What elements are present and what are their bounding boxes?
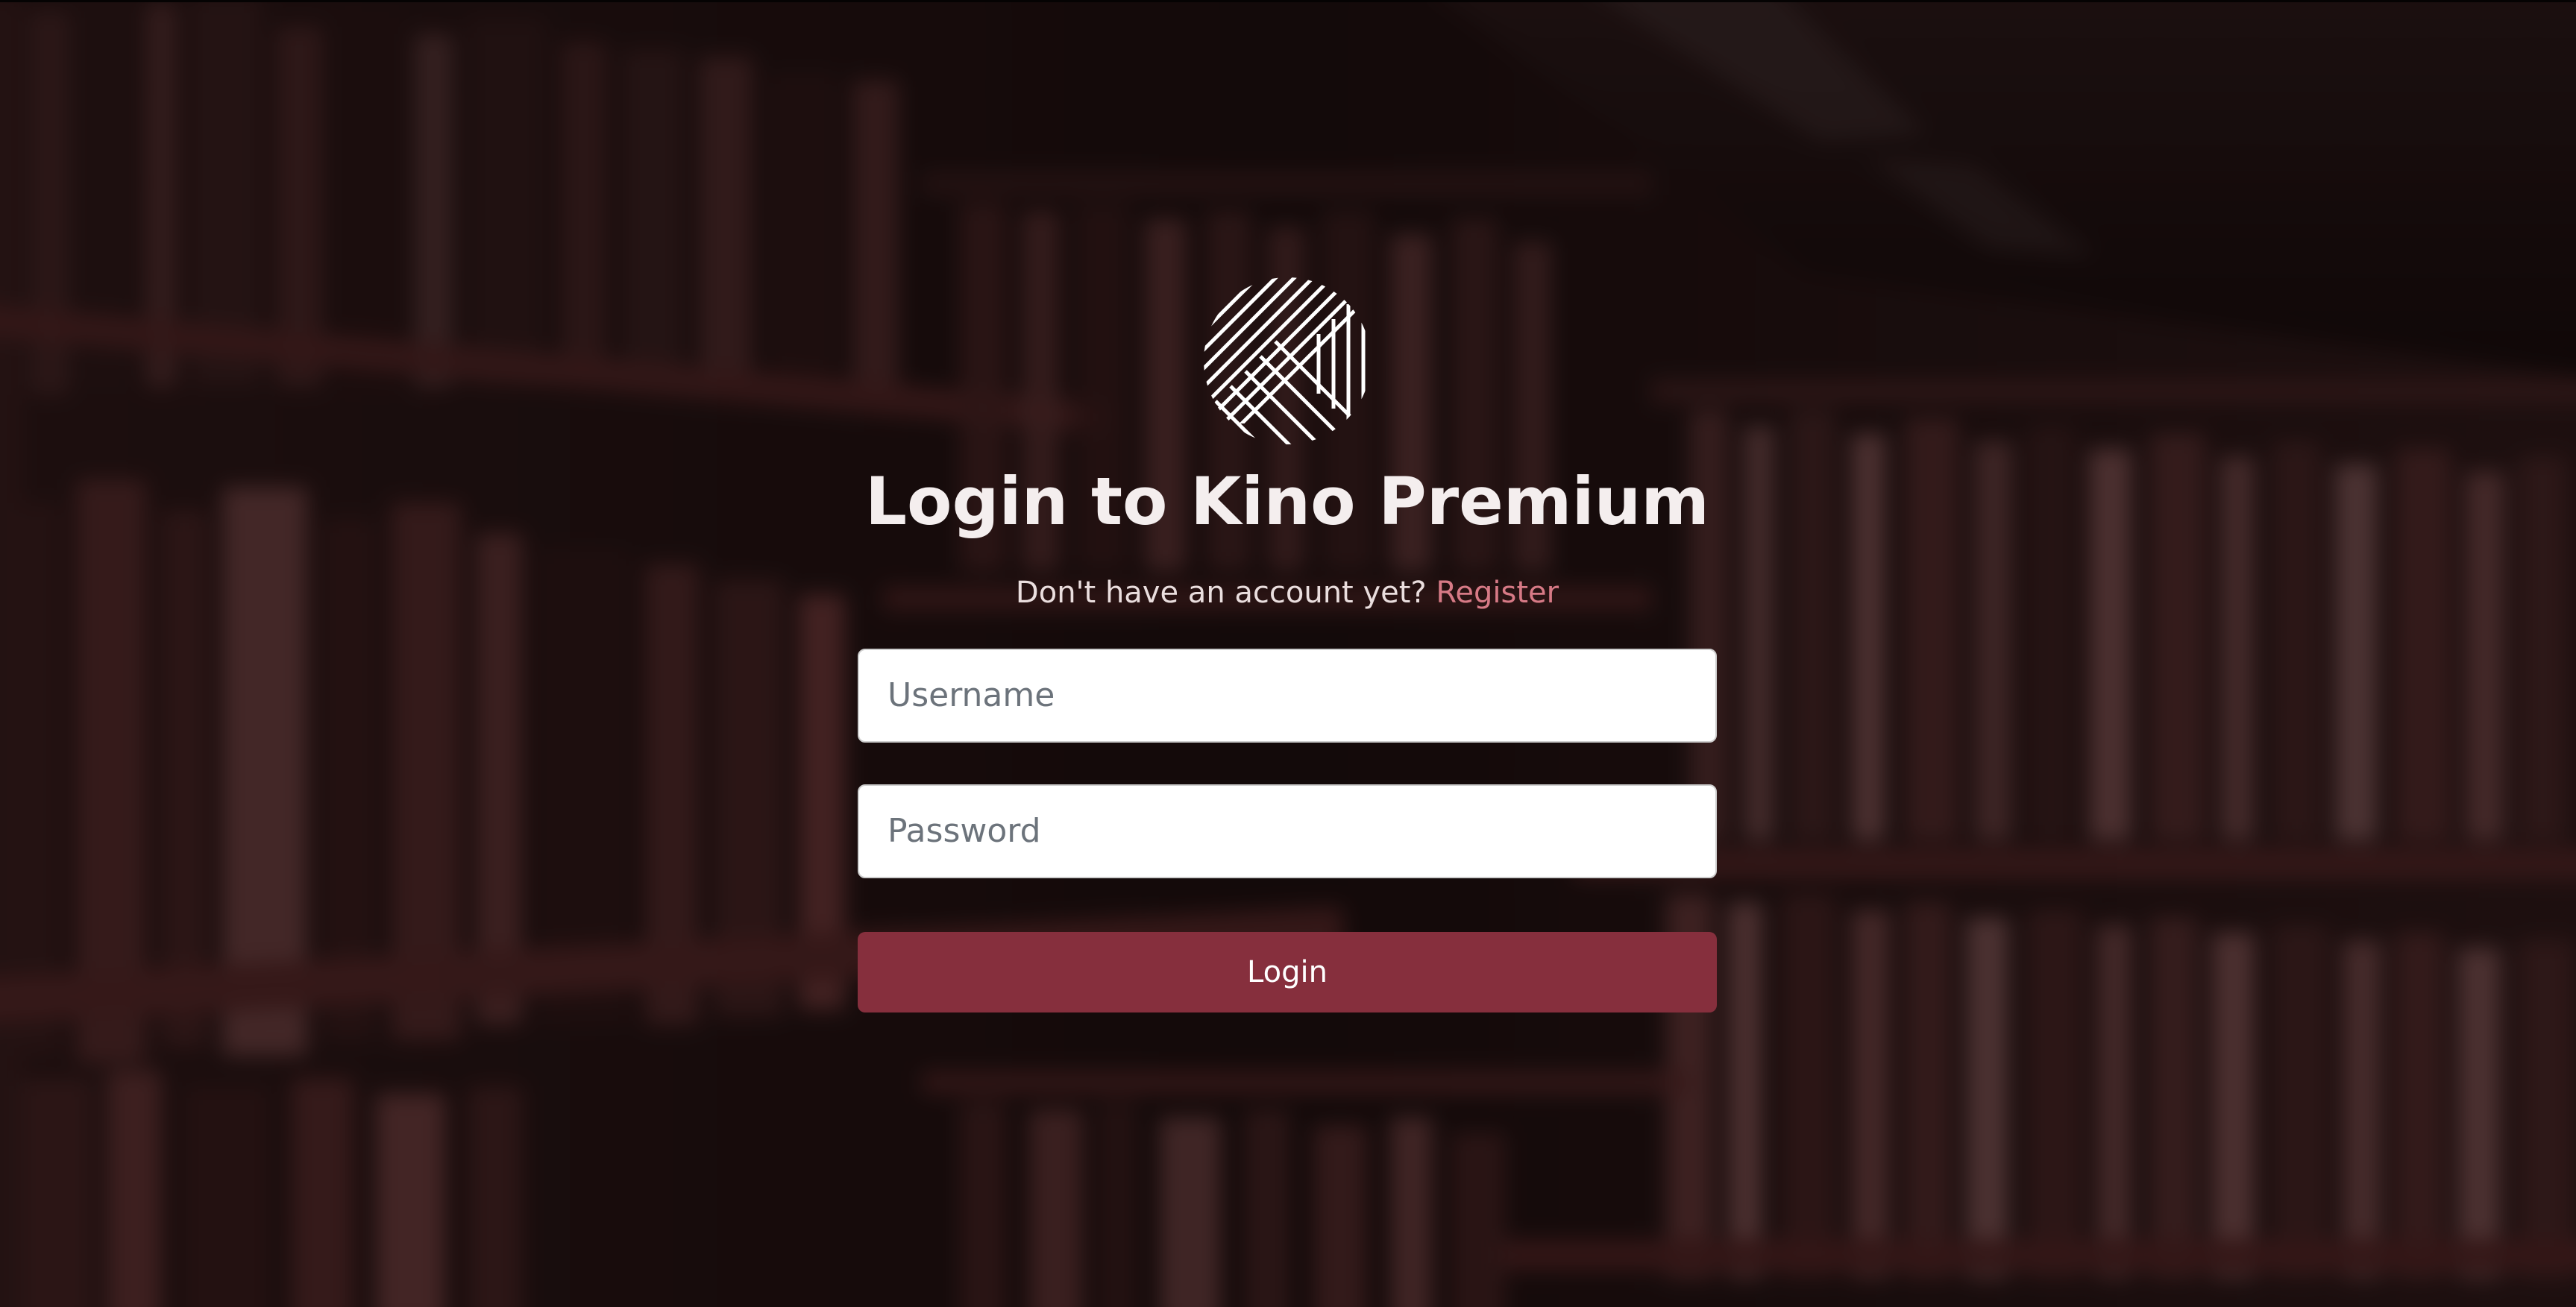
page-title: Login to Kino Premium bbox=[864, 463, 1709, 540]
username-field[interactable] bbox=[858, 648, 1717, 743]
top-edge bbox=[0, 0, 2576, 2]
password-field[interactable] bbox=[858, 784, 1717, 878]
signup-prompt: Don't have an account yet? Register bbox=[1016, 576, 1559, 610]
kino-logo-striped-circle-icon bbox=[1204, 277, 1371, 444]
login-panel: Login to Kino Premium Don't have an acco… bbox=[858, 274, 1717, 1012]
login-page: Login to Kino Premium Don't have an acco… bbox=[0, 0, 2576, 1307]
register-link[interactable]: Register bbox=[1436, 576, 1559, 610]
login-button[interactable]: Login bbox=[858, 931, 1717, 1012]
signup-prompt-text: Don't have an account yet? bbox=[1015, 575, 1427, 610]
